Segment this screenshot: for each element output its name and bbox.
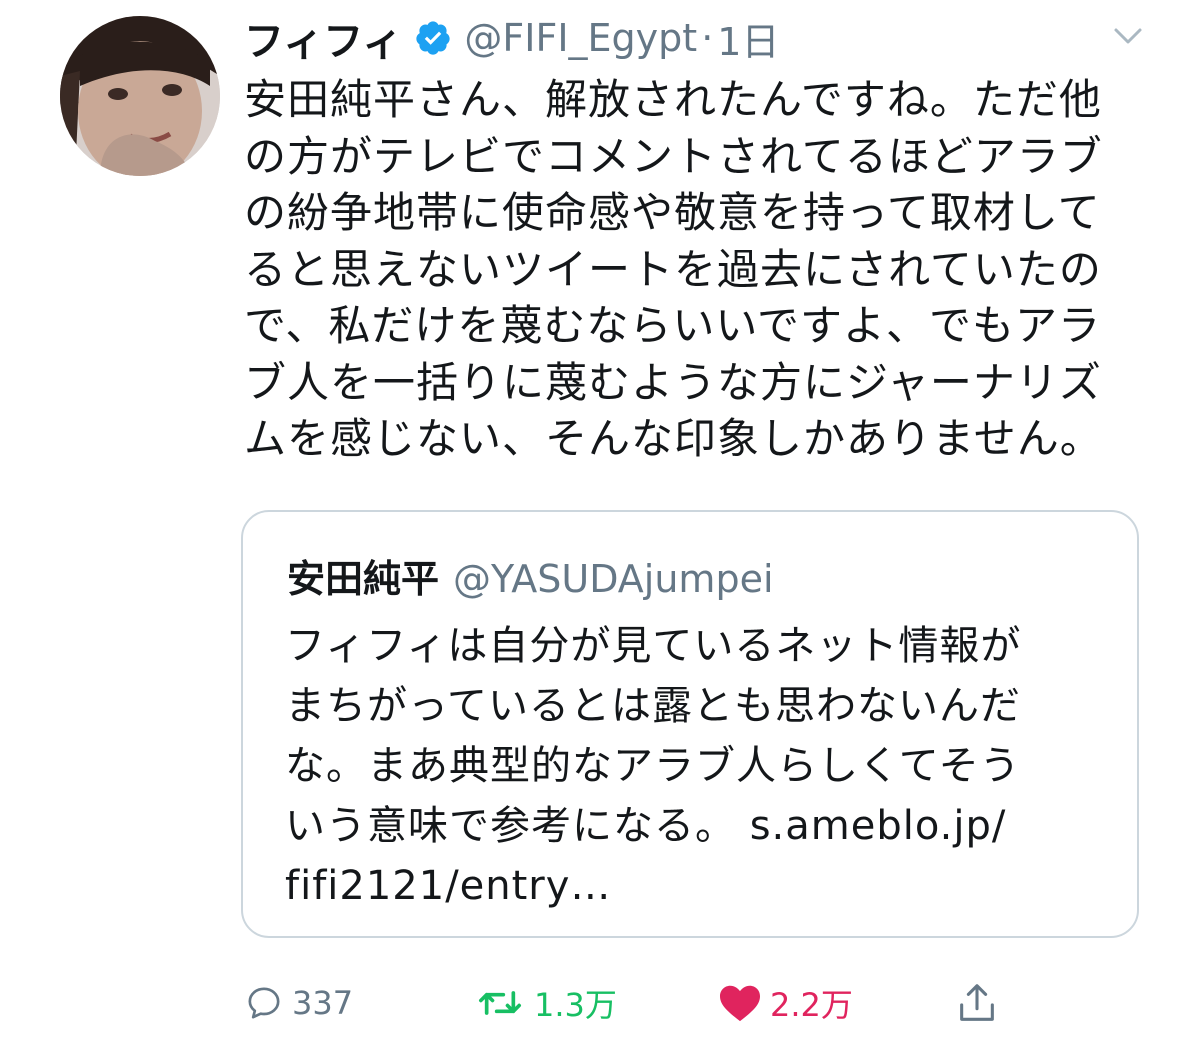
- tweet-time[interactable]: 1日: [717, 11, 779, 66]
- reply-count: 337: [292, 984, 354, 1022]
- reply-icon: [248, 987, 280, 1019]
- like-button[interactable]: 2.2万: [718, 978, 853, 1028]
- verified-badge-icon: [414, 19, 452, 57]
- separator-dot: ·: [701, 16, 714, 60]
- quoted-author-handle: @YASUDAjumpei: [453, 557, 774, 601]
- quoted-tweet[interactable]: 安田純平 @YASUDAjumpei フィフィは自分が見ているネット情報が まち…: [241, 510, 1139, 938]
- retweet-icon: [479, 991, 521, 1015]
- quoted-author-name: 安田純平: [287, 557, 440, 601]
- quoted-tweet-text: フィフィは自分が見ているネット情報が まちがっているとは露とも思わないんだ な。…: [285, 623, 1022, 909]
- share-button[interactable]: [954, 978, 1000, 1028]
- reply-button[interactable]: 337: [244, 978, 353, 1028]
- avatar[interactable]: [60, 16, 220, 176]
- author-name[interactable]: フィフィ: [244, 9, 402, 67]
- retweet-count: 1.3万: [534, 986, 617, 1024]
- tweet-actions: 337 1.3万 2.2万: [0, 978, 1200, 1028]
- heart-icon: [720, 985, 760, 1022]
- more-options-chevron-icon[interactable]: [1110, 20, 1146, 50]
- share-icon: [960, 984, 994, 1021]
- avatar-image: [60, 16, 220, 176]
- tweet-text: 安田純平さん、解放されたんですね。ただ他 の方がテレビでコメントされてるほどアラ…: [244, 75, 1103, 463]
- author-handle[interactable]: @FIFI_Egypt: [464, 16, 697, 60]
- retweet-button[interactable]: 1.3万: [474, 978, 617, 1028]
- quoted-tweet-header: 安田純平 @YASUDAjumpei: [287, 548, 774, 603]
- like-count: 2.2万: [770, 986, 853, 1024]
- tweet-header: フィフィ @FIFI_Egypt · 1日: [244, 8, 779, 68]
